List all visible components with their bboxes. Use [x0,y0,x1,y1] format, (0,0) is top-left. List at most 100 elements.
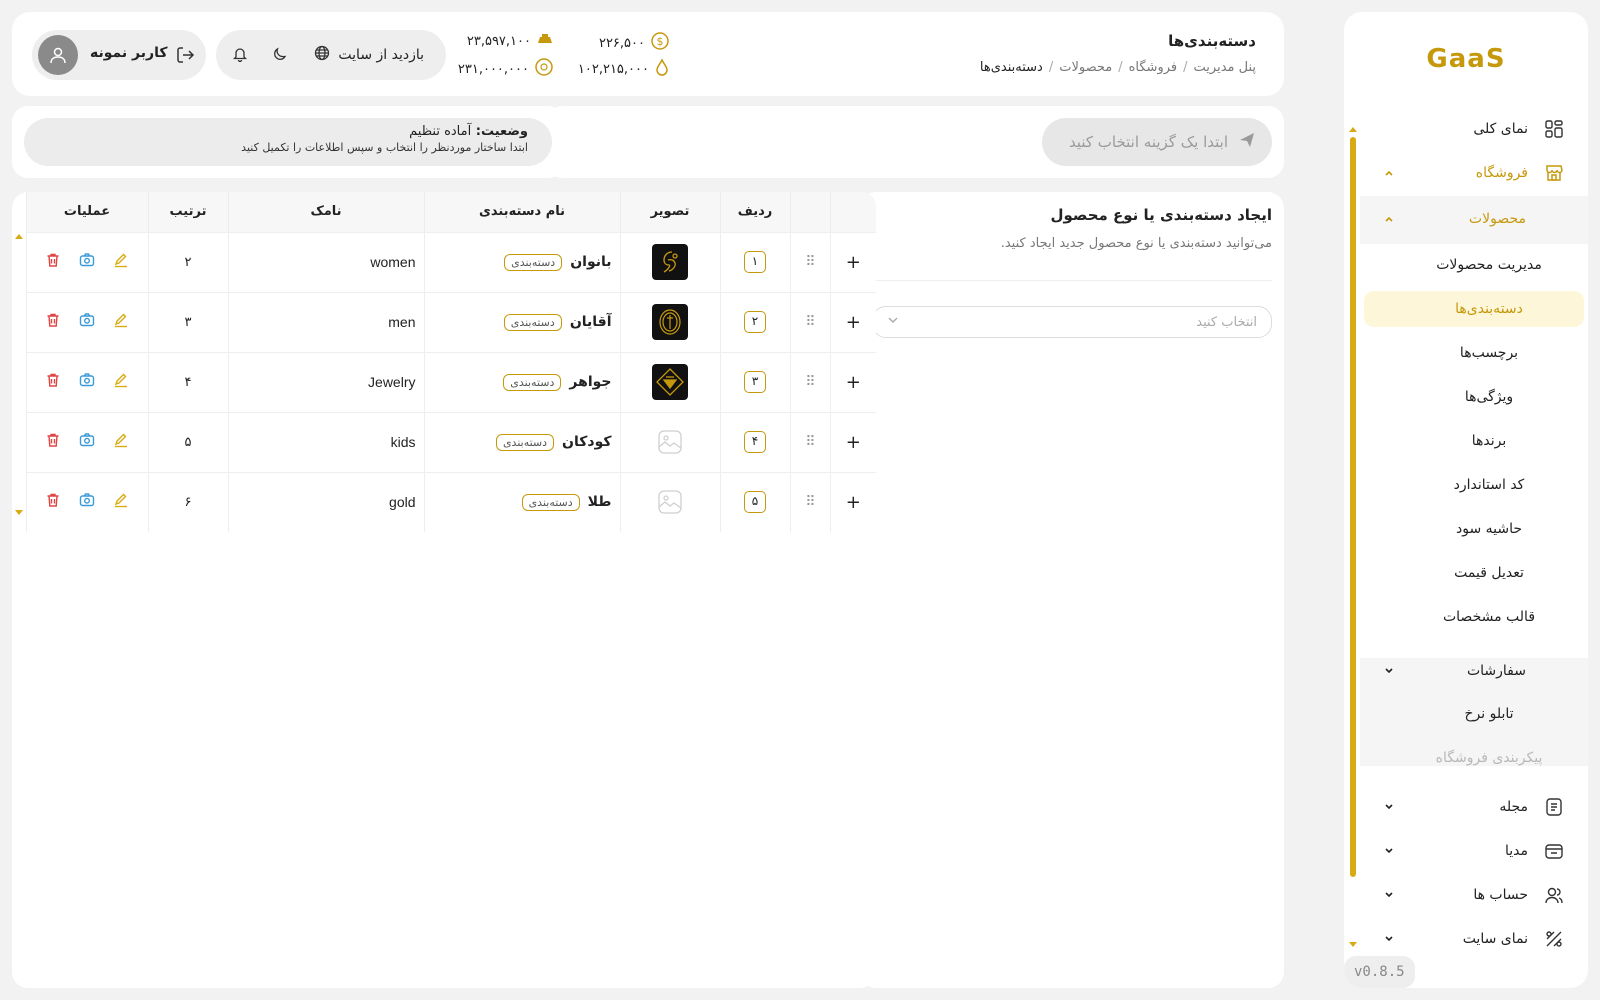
camera-icon[interactable] [79,312,95,332]
submenu-profit-margin[interactable]: حاشیه سود [1360,511,1588,547]
chevron-up-icon[interactable] [1382,166,1396,180]
submenu-price-adjust[interactable]: تعدیل قیمت [1360,555,1588,591]
breadcrumb-item[interactable]: فروشگاه [1129,60,1178,75]
scroll-down-arrow[interactable] [1349,942,1357,947]
version-badge: v0.8.5 [1344,956,1415,988]
categories-table-card: ردیف تصویر نام دسته‌بندی نامک ترتیب عملی… [12,192,876,988]
dashboard-icon [1544,119,1564,139]
edit-icon[interactable] [113,312,129,332]
scrollbar-thumb[interactable] [1350,137,1356,877]
sidebar: GaaS نمای کلی فروشگاه محصولات مدیریت محص… [1344,12,1588,988]
sidebar-item-label: نمای سایت [1462,931,1528,947]
structure-select-button[interactable]: ابتدا یک گزینه انتخاب کنید [1042,118,1272,166]
category-image[interactable] [652,304,688,340]
status-hint: ابتدا ساختار موردنظر را انتخاب و سپس اطل… [241,141,528,154]
row-actions [27,492,148,512]
chevron-down-icon[interactable] [1382,664,1396,678]
drag-handle-icon[interactable]: ⠿ [805,374,815,390]
category-slug: men [227,291,424,352]
delete-icon[interactable] [45,312,61,332]
expand-plus-icon[interactable]: + [846,372,861,393]
delete-icon[interactable] [45,372,61,392]
drag-handle-icon[interactable]: ⠿ [805,434,815,450]
category-slug: kids [227,411,424,472]
categories-table: ردیف تصویر نام دسته‌بندی نامک ترتیب عملی… [25,192,876,532]
delete-icon[interactable] [45,432,61,452]
sidebar-item-accounts[interactable]: حساب ها [1360,875,1588,915]
send-icon [1238,131,1256,153]
sidebar-scrollbar[interactable] [1349,127,1357,947]
submenu-store-config[interactable]: پیکربندی فروشگاه [1360,740,1588,776]
bell-icon[interactable] [232,46,248,66]
chevron-down-icon[interactable] [1382,800,1396,814]
drag-handle-icon[interactable]: ⠿ [805,494,815,510]
svg-text:$: $ [657,35,664,48]
sidebar-item-store[interactable]: فروشگاه [1360,153,1588,193]
submenu-spec-template[interactable]: قالب مشخصات [1360,599,1588,635]
row-actions [27,432,148,452]
camera-icon[interactable] [79,372,95,392]
user-menu[interactable]: کاربر نمونه [32,30,206,80]
table-scroll-up[interactable] [15,234,23,239]
delete-icon[interactable] [45,492,61,512]
expand-plus-icon[interactable]: + [846,492,861,513]
row-index: ۲ [744,311,766,333]
col-actions: عملیات [25,192,148,232]
chevron-down-icon[interactable] [1382,888,1396,902]
edit-icon[interactable] [113,372,129,392]
chevron-up-icon[interactable] [1382,212,1396,226]
camera-icon[interactable] [79,492,95,512]
moon-icon[interactable] [272,46,288,66]
camera-icon[interactable] [79,432,95,452]
drag-handle-icon[interactable]: ⠿ [805,314,815,330]
edit-icon[interactable] [113,492,129,512]
chevron-down-icon[interactable] [1382,932,1396,946]
submenu-rate-board[interactable]: تابلو نرخ [1360,696,1588,732]
image-placeholder-icon[interactable] [652,484,688,521]
sidebar-item-site-view[interactable]: نمای سایت [1360,919,1588,959]
edit-icon[interactable] [113,252,129,272]
expand-plus-icon[interactable]: + [846,252,861,273]
drag-handle-icon[interactable]: ⠿ [805,254,815,270]
category-tag: دسته‌بندی [495,433,555,451]
submenu-tags[interactable]: برچسب‌ها [1360,335,1588,371]
sidebar-item-media[interactable]: مدیا [1360,831,1588,871]
category-name: آقایان [569,313,612,330]
visit-site-button[interactable]: بازدید از سایت [314,45,424,65]
submenu-standard-code[interactable]: کد استاندارد [1360,467,1588,503]
expand-plus-icon[interactable]: + [846,312,861,333]
logout-icon[interactable] [174,44,196,70]
image-placeholder-icon[interactable] [652,424,688,460]
sidebar-item-orders[interactable]: سفارشات [1360,651,1588,691]
type-select[interactable]: انتخاب کنید [872,306,1272,338]
category-slug: women [227,231,424,292]
category-image[interactable] [652,364,688,400]
chevron-down-icon[interactable] [1382,844,1396,858]
edit-icon[interactable] [113,432,129,452]
category-image[interactable] [652,244,688,280]
submenu-brands[interactable]: برندها [1360,423,1588,459]
sidebar-item-magazine[interactable]: مجله [1360,787,1588,827]
submenu-attributes[interactable]: ویژگی‌ها [1360,379,1588,415]
table-header-row: ردیف تصویر نام دسته‌بندی نامک ترتیب عملی… [25,192,876,232]
chevron-down-icon [887,314,899,330]
sidebar-item-products[interactable]: محصولات [1360,199,1588,239]
avatar[interactable] [38,35,78,75]
category-slug: Jewelry [227,351,424,412]
submenu-categories[interactable]: دسته‌بندی‌ها [1364,291,1584,327]
breadcrumb-item[interactable]: محصولات [1059,60,1112,75]
username: کاربر نمونه [90,45,168,61]
category-tag: دسته‌بندی [521,493,580,511]
submenu-manage-products[interactable]: مدیریت محصولات [1360,247,1588,283]
col-index: ردیف [719,192,790,232]
breadcrumb-item[interactable]: پنل مدیریت [1194,60,1256,75]
expand-plus-icon[interactable]: + [846,432,861,453]
scroll-up-arrow[interactable] [1349,127,1357,132]
delete-icon[interactable] [45,252,61,272]
camera-icon[interactable] [79,252,95,272]
table-scroll-down[interactable] [15,510,23,515]
media-icon [1544,841,1564,861]
sidebar-item-overview[interactable]: نمای کلی [1360,109,1588,149]
breadcrumb-current: دسته‌بندی‌ها [979,60,1043,75]
category-order: ۵ [147,411,228,472]
